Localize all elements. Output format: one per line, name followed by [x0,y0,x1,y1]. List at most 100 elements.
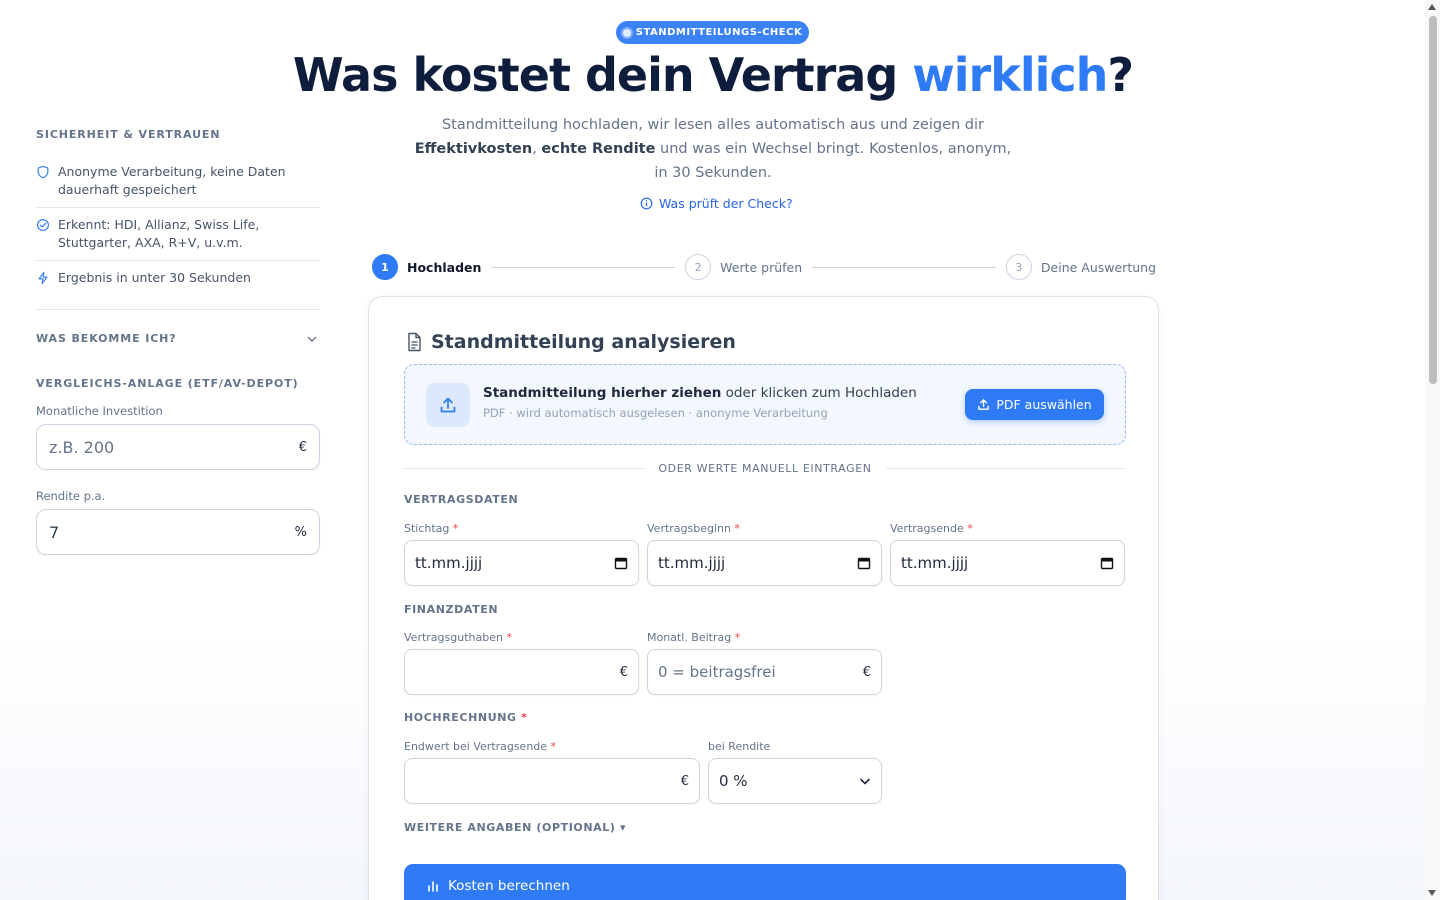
subtitle-text: Standmitteilung hochladen, wir lesen all… [441,117,985,133]
stichtag-date-input[interactable]: tt.mm.jjjj [404,540,639,586]
return-label: Rendite p.a. [36,489,106,503]
vertragsende-label-text: Vertragsende [890,522,964,535]
vertragsende-date-input[interactable]: tt.mm.jjjj [890,540,1125,586]
trust-item-label: Erkennt: HDI, Allianz, Swiss Life, Stutt… [58,217,260,250]
progress-stepper: 1 Hochladen 2 Werte prüfen 3 Deine Auswe… [372,254,1156,280]
monthly-investment-input[interactable] [49,437,269,457]
upload-icon-box [426,383,470,427]
what-checks-link[interactable]: Was prüft der Check? [640,196,793,211]
required-mark: * [452,522,459,535]
step-label: Deine Auswertung [1040,259,1157,275]
step-connector [491,266,676,268]
title-prefix: Was kostet dein Vertrag [292,48,913,102]
info-icon [640,197,653,210]
section-hochrechnung-text: HOCHRECHNUNG [404,711,517,724]
monthly-investment-field[interactable]: € [36,424,320,470]
check-circle-icon [36,218,50,232]
trust-item-speed: Ergebnis in unter 30 Sekunden [36,261,320,295]
scrollbar-thumb[interactable] [1429,16,1437,384]
calculate-costs-label[interactable]: Kosten berechnen [448,878,570,894]
chevron-down-icon[interactable] [859,775,871,787]
step-result: 3 Deine Auswertung [1005,254,1157,280]
title-accent: wirklich [912,48,1108,102]
rendite-selected-value[interactable]: 0 % [719,772,748,790]
page-title: Was kostet dein Vertrag wirklich? [240,48,1186,102]
vertragsbeginn-label-text: Vertragsbeginn [647,522,731,535]
check-badge: STANDMITTEILUNGS-CHECK [616,21,809,44]
or-divider-label: ODER WERTE MANUELL EINTRAGEN [658,461,872,475]
badge-label: STANDMITTEILUNGS-CHECK [635,27,803,38]
date-placeholder[interactable]: tt.mm.jjjj [415,554,482,572]
step-number: 1 [372,254,398,280]
endwert-field[interactable]: € [404,758,700,804]
title-suffix: ? [1107,48,1134,102]
required-mark: * [734,522,740,535]
accordion-label[interactable]: WAS BEKOMME ICH? [36,332,177,345]
shield-icon [37,165,49,179]
step-number: 3 [1005,254,1032,280]
section-hochrechnung: HOCHRECHNUNG * [404,711,527,724]
dropzone-hint: PDF · wird automatisch ausgelesen · anon… [483,406,828,420]
step-label: Werte prüfen [720,259,803,275]
select-pdf-button[interactable]: PDF auswählen [965,389,1104,420]
rendite-select[interactable]: 0 % [708,758,882,804]
badge-dot-icon [622,28,631,37]
document-icon [408,332,421,352]
section-vertragsdaten: VERTRAGSDATEN [404,493,519,506]
calendar-icon[interactable] [857,556,871,570]
euro-unit: € [298,439,307,455]
required-mark: * [734,631,741,644]
endwert-input[interactable] [415,772,635,790]
what-checks-link-label[interactable]: Was prüft der Check? [659,196,793,211]
guthaben-field[interactable]: € [404,649,639,695]
trust-item-insurers: Erkennt: HDI, Allianz, Swiss Life, Stutt… [36,208,320,261]
guthaben-label-text: Vertragsguthaben [404,631,503,644]
bei-rendite-label: bei Rendite [708,740,771,753]
more-details-toggle[interactable]: WEITERE ANGABEN (OPTIONAL) ▾ [404,821,626,834]
what-do-i-get-accordion[interactable]: WAS BEKOMME ICH? [36,310,320,365]
calculate-costs-button[interactable]: Kosten berechnen [404,864,1126,900]
subtitle-bold-rendite: echte Rendite [541,141,656,157]
dropzone-rest: oder klicken zum Hochladen [721,385,917,401]
chevron-down-icon[interactable] [306,333,318,345]
step-review: 2 Werte prüfen [685,254,802,280]
date-placeholder[interactable]: tt.mm.jjjj [658,554,725,572]
subtitle-text-2: und was ein Wechsel bringt. Kostenlos, a… [654,141,1012,181]
step-upload: 1 Hochladen [372,254,481,280]
page-scrollbar[interactable] [1425,0,1440,900]
divider-line [404,467,645,469]
calendar-icon[interactable] [614,556,628,570]
card-title-label: Standmitteilung analysieren [431,331,736,353]
endwert-label-text: Endwert bei Vertragsende [404,740,548,753]
or-divider: ODER WERTE MANUELL EINTRAGEN [404,460,1127,476]
guthaben-input[interactable] [415,663,586,681]
select-pdf-label[interactable]: PDF auswählen [996,397,1091,412]
compare-section-title: VERGLEICHS-ANLAGE (ETF/AV-DEPOT) [36,377,299,390]
return-input[interactable] [49,522,269,542]
vertragsbeginn-label: Vertragsbeginn * [647,522,740,535]
euro-unit: € [680,773,689,789]
euro-unit: € [619,664,628,680]
dropzone-bold: Standmitteilung hierher ziehen [483,385,722,401]
scroll-down-arrow-icon[interactable] [1428,890,1436,896]
beitrag-input[interactable] [658,663,829,681]
section-finanzdaten: FINANZDATEN [404,603,499,616]
vertragsbeginn-date-input[interactable]: tt.mm.jjjj [647,540,882,586]
scroll-up-arrow-icon[interactable] [1428,4,1436,10]
card-title: Standmitteilung analysieren [405,331,736,353]
beitrag-field[interactable]: € [647,649,882,695]
date-placeholder[interactable]: tt.mm.jjjj [901,554,968,572]
return-field[interactable]: % [36,509,320,555]
dropzone-text: Standmitteilung hierher ziehen oder klic… [483,385,917,420]
required-mark: * [967,522,973,535]
upload-icon [440,397,456,413]
upload-small-icon [978,399,990,410]
bar-chart-icon [428,881,438,892]
trust-item-label: Ergebnis in unter 30 Sekunden [58,270,251,285]
upload-dropzone[interactable]: Standmitteilung hierher ziehen oder klic… [404,364,1126,445]
sidebar: SICHERHEIT & VERTRAUEN Anonyme Verarbeit… [36,128,320,575]
required-mark: * [550,740,557,753]
required-mark: * [506,631,512,644]
calendar-icon[interactable] [1100,556,1114,570]
hero-subtitle: Standmitteilung hochladen, wir lesen all… [412,113,1014,185]
